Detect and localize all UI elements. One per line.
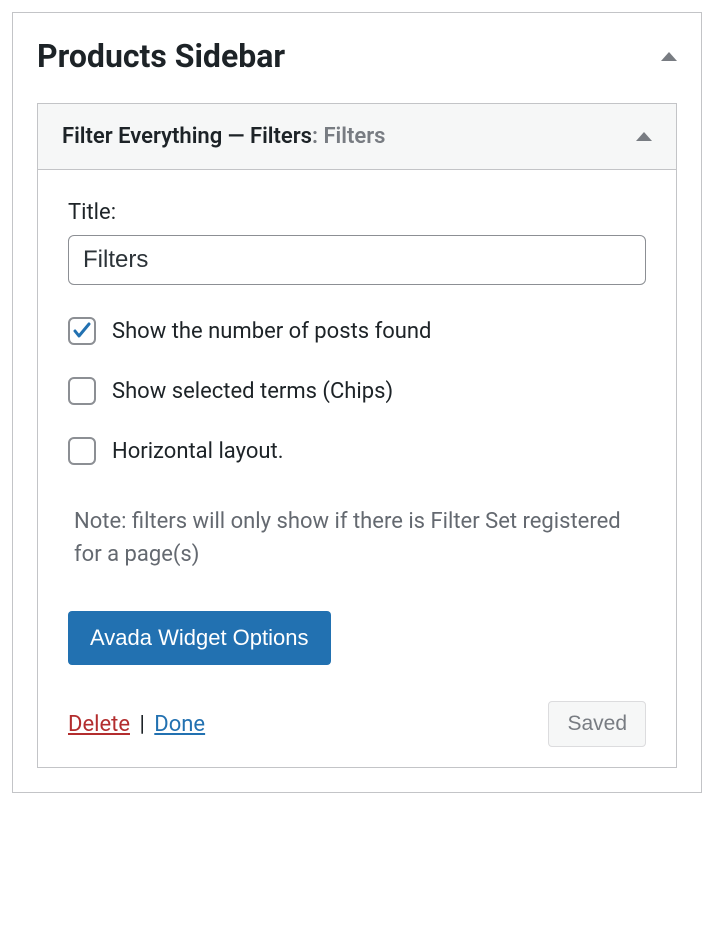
checkbox-label-posts-found: Show the number of posts found [112, 319, 431, 344]
checkbox-label-horizontal: Horizontal layout. [112, 439, 284, 464]
saved-button: Saved [548, 701, 646, 747]
checkbox-posts-found[interactable] [68, 317, 96, 345]
widget-note: Note: filters will only show if there is… [68, 505, 646, 571]
widget-filter-everything: Filter Everything — Filters: Filters Tit… [37, 103, 677, 768]
checkbox-chips[interactable] [68, 377, 96, 405]
link-divider: | [135, 712, 148, 737]
done-link[interactable]: Done [154, 712, 205, 737]
sidebar-title: Products Sidebar [37, 37, 285, 75]
checkbox-horizontal[interactable] [68, 437, 96, 465]
checkbox-label-chips: Show selected terms (Chips) [112, 379, 393, 404]
widget-actions-left: Delete | Done [68, 712, 205, 737]
sidebar-panel: Products Sidebar Filter Everything — Fil… [12, 12, 702, 793]
checkbox-row-posts-found[interactable]: Show the number of posts found [68, 317, 646, 345]
avada-widget-options-button[interactable]: Avada Widget Options [68, 611, 331, 665]
delete-link[interactable]: Delete [68, 712, 130, 737]
title-field-label: Title: [68, 200, 646, 225]
checkbox-row-chips[interactable]: Show selected terms (Chips) [68, 377, 646, 405]
checkmark-icon [72, 321, 92, 341]
widget-title-main: Filter Everything — Filters [62, 124, 312, 149]
caret-up-icon [661, 52, 677, 61]
widget-title-sub: : Filters [312, 124, 385, 149]
widget-body: Title: Show the number of posts found Sh… [38, 170, 676, 767]
caret-up-icon [636, 132, 652, 141]
widget-actions-row: Delete | Done Saved [68, 701, 646, 747]
title-input[interactable] [68, 235, 646, 285]
checkbox-row-horizontal[interactable]: Horizontal layout. [68, 437, 646, 465]
widget-header[interactable]: Filter Everything — Filters: Filters [38, 104, 676, 170]
widget-title: Filter Everything — Filters: Filters [62, 124, 385, 149]
sidebar-panel-header[interactable]: Products Sidebar [37, 37, 677, 75]
